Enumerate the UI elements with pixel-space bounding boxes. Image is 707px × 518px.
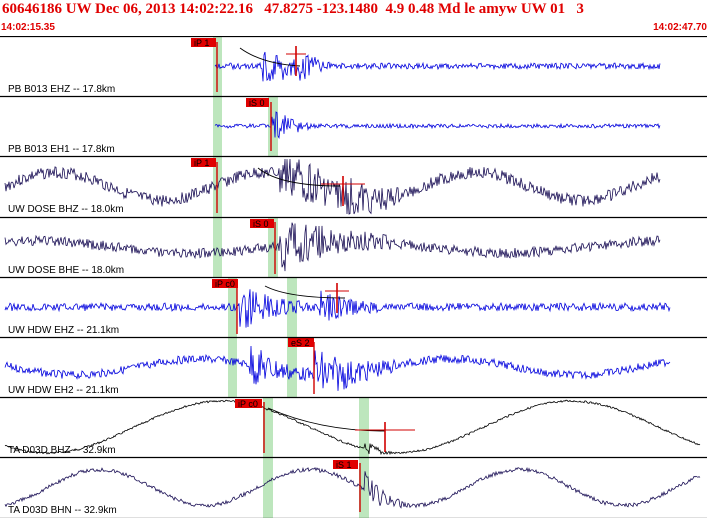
pick-label: iS 0 bbox=[253, 219, 269, 229]
trace-label: PB B013 EHZ -- 17.8km bbox=[8, 84, 115, 95]
waveform-line bbox=[214, 111, 661, 140]
pick-label: iP 1 bbox=[194, 38, 209, 48]
event-header: 60646186 UW Dec 06, 2013 14:02:22.16 47.… bbox=[0, 0, 707, 36]
trace-6[interactable]: UW HDW EH2 -- 21.1km eS 2 bbox=[4, 338, 671, 396]
pick-label: iP 1 bbox=[194, 158, 209, 168]
trace-2[interactable]: PB B013 EH1 -- 17.8km iS 0 bbox=[8, 98, 661, 155]
pick-label: iP c0 bbox=[238, 399, 258, 409]
waveform-line bbox=[4, 467, 701, 509]
window-start-time: 14:02:15.35 bbox=[1, 22, 55, 33]
predicted-arrival-curve bbox=[239, 47, 301, 67]
window-end-time: 14:02:47.70 bbox=[653, 22, 707, 33]
trace-7[interactable]: TA D03D BHZ -- 32.9km iP c0 bbox=[4, 399, 701, 456]
trace-label: UW HDW EHZ -- 21.1km bbox=[8, 325, 119, 336]
trace-label: TA D03D BHN -- 32.9km bbox=[8, 505, 117, 516]
pick-label: iS 1 bbox=[336, 460, 352, 470]
pick-label: eS 2 bbox=[291, 338, 310, 348]
waveform-line bbox=[214, 51, 661, 82]
trace-label: UW DOSE BHE -- 18.0km bbox=[8, 265, 124, 276]
pick-label: iP c0 bbox=[215, 279, 235, 289]
trace-1[interactable]: PB B013 EHZ -- 17.8km iP 1 bbox=[8, 38, 661, 95]
trace-4[interactable]: UW DOSE BHE -- 18.0km iS 0 bbox=[4, 219, 661, 276]
trace-label: TA D03D BHZ -- 32.9km bbox=[8, 445, 116, 456]
trace-label: UW DOSE BHZ -- 18.0km bbox=[8, 204, 124, 215]
trace-3[interactable]: UW DOSE BHZ -- 18.0km iP 1 bbox=[4, 158, 661, 215]
seismogram-panel[interactable]: PB B013 EHZ -- 17.8km iP 1 PB B013 EH1 -- … bbox=[0, 36, 707, 518]
pick-label: iS 0 bbox=[249, 98, 265, 108]
trace-label: PB B013 EH1 -- 17.8km bbox=[8, 144, 115, 155]
event-title: 60646186 UW Dec 06, 2013 14:02:22.16 47.… bbox=[2, 1, 584, 17]
pick-window-bar bbox=[268, 96, 278, 156]
waveform-line bbox=[4, 222, 661, 272]
trace-label: UW HDW EH2 -- 21.1km bbox=[8, 385, 119, 396]
phase-pick[interactable]: iP c0 bbox=[235, 399, 265, 453]
trace-8[interactable]: TA D03D BHN -- 32.9km iS 1 bbox=[4, 460, 701, 516]
predicted-arrival-curve bbox=[264, 285, 346, 299]
